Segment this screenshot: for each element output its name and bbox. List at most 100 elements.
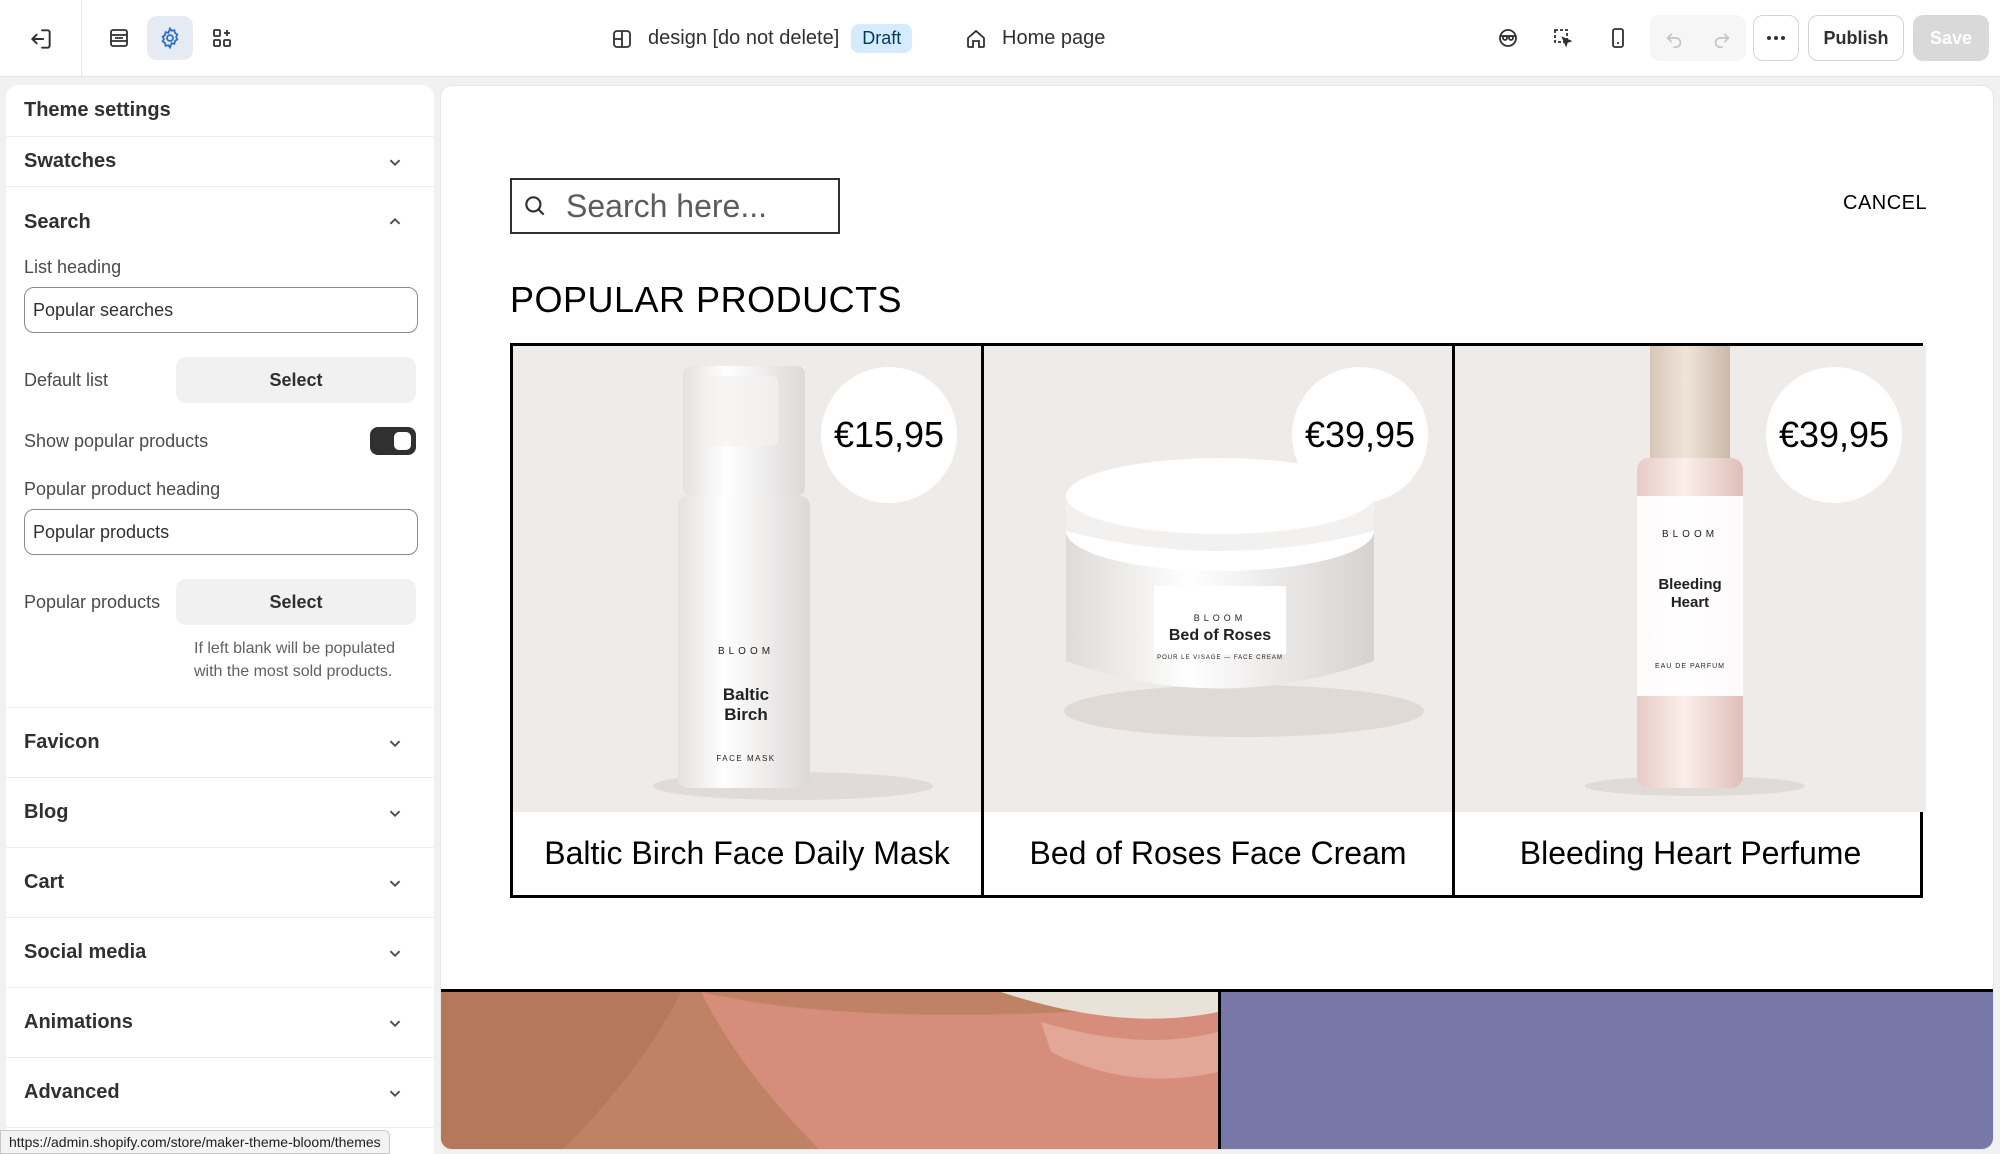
product-brand: BLOOM (1662, 529, 1718, 540)
search-icon (525, 196, 545, 216)
preview-search-input[interactable]: Search here... (510, 178, 840, 234)
product-card[interactable]: BLOOM Bed of Roses POUR LE VISAGE — FACE… (984, 346, 1455, 895)
cursor-select-icon (1554, 29, 1573, 48)
lips-banner-image (441, 989, 1218, 1149)
product-title[interactable]: Bleeding Heart Perfume (1455, 812, 1926, 895)
apps-icon (213, 29, 231, 47)
product-image: BLOOM Baltic Birch FACE MASK €15,95 (513, 346, 981, 812)
list-heading-label: List heading (24, 257, 122, 277)
page-name: Home page (1002, 27, 1106, 49)
svg-text:BalticBirch: Baltic Birch (723, 685, 769, 724)
product-title[interactable]: Baltic Birch Face Daily Mask (513, 812, 981, 895)
theme-settings-button[interactable] (147, 16, 193, 60)
page-selector[interactable]: Home page (964, 0, 1105, 77)
undo-redo-group (1650, 15, 1746, 61)
chevron-down-icon (389, 1090, 401, 1097)
section-social-media[interactable]: Social media (6, 918, 434, 988)
show-popular-toggle[interactable] (370, 427, 416, 455)
product-brand: BLOOM (1194, 613, 1247, 623)
price-badge: €39,95 (1292, 367, 1428, 503)
popular-products-row: Popular products Select (24, 579, 416, 625)
default-list-row: Default list Select (24, 357, 416, 403)
popular-products-heading: POPULAR PRODUCTS (510, 279, 903, 320)
inspector-toggle[interactable] (1485, 16, 1531, 60)
color-banner-block (1218, 989, 1993, 1149)
section-cart[interactable]: Cart (6, 848, 434, 918)
theme-selector[interactable]: design [do not delete] Draft (610, 0, 913, 77)
section-animations[interactable]: Animations (6, 988, 434, 1058)
product-brand: BLOOM (718, 646, 774, 657)
price-badge: €39,95 (1766, 367, 1902, 503)
section-swatches[interactable]: Swatches (6, 137, 434, 187)
product-sub-label: EAU DE PARFUM (1655, 663, 1725, 670)
chevron-down-icon (389, 740, 401, 747)
section-advanced[interactable]: Advanced (6, 1058, 434, 1128)
gear-icon (161, 26, 179, 50)
product-image: BLOOM Bed of Roses POUR LE VISAGE — FACE… (984, 346, 1452, 812)
chevron-down-icon (389, 950, 401, 957)
list-heading-input[interactable]: Popular searches (24, 287, 418, 333)
popular-heading-input[interactable]: Popular products (24, 509, 418, 555)
lips-illustration (441, 992, 1218, 1149)
undo-icon[interactable] (1663, 27, 1685, 49)
chevron-down-icon (389, 1020, 401, 1027)
exit-icon (30, 28, 51, 49)
more-icon (1767, 36, 1785, 40)
product-card[interactable]: BLOOM Bleeding Heart EAU DE PARFUM €39,95… (1455, 346, 1926, 895)
chevron-down-icon (389, 880, 401, 887)
product-sub-label: POUR LE VISAGE — FACE CREAM (1157, 655, 1283, 661)
chevron-down-icon (389, 159, 401, 166)
product-label: Bed of Roses (1169, 627, 1271, 644)
more-actions-button[interactable] (1753, 15, 1799, 61)
search-placeholder: Search here... (566, 187, 767, 224)
section-label: Swatches (24, 150, 117, 172)
section-label: Blog (24, 801, 69, 823)
inspector-icon (1499, 29, 1517, 47)
storefront-preview: Search here... CANCEL POPULAR PRODUCTS B… (440, 85, 1994, 1150)
mobile-preview-button[interactable] (1595, 16, 1641, 60)
cancel-search-link[interactable]: CANCEL (1843, 192, 1927, 215)
section-label: Favicon (24, 731, 100, 753)
link-status-bar: https://admin.shopify.com/store/maker-th… (0, 1130, 390, 1154)
popular-heading-label: Popular product heading (24, 479, 221, 499)
section-label: Social media (24, 941, 147, 963)
product-grid: BLOOM Baltic Birch FACE MASK €15,95 Balti… (510, 343, 1926, 898)
product-sub-label: FACE MASK (716, 754, 775, 763)
popular-products-help: If left blank will be populated with the… (194, 640, 396, 680)
default-list-select-button[interactable]: Select (176, 357, 416, 403)
section-label: Animations (24, 1011, 133, 1033)
search-settings: List heading Popular searches Default li… (6, 257, 434, 708)
section-label: Cart (24, 871, 65, 893)
section-label: Advanced (24, 1081, 120, 1103)
redo-icon[interactable] (1711, 27, 1733, 49)
section-search[interactable]: Search (6, 187, 434, 257)
sections-button[interactable] (96, 16, 142, 60)
chevron-up-icon (389, 217, 401, 225)
popular-products-label: Popular products (24, 591, 161, 612)
price-badge: €15,95 (821, 367, 957, 503)
section-blog[interactable]: Blog (6, 778, 434, 848)
section-label: Search (24, 210, 91, 233)
home-icon (967, 29, 985, 48)
default-list-label: Default list (24, 369, 109, 390)
theme-settings-panel: Theme settings Swatches Search List head… (6, 85, 434, 1154)
show-popular-label: Show popular products (24, 430, 209, 451)
sections-icon (110, 29, 128, 47)
apps-button[interactable] (199, 16, 245, 60)
mobile-icon (1612, 28, 1624, 48)
product-title[interactable]: Bed of Roses Face Cream (984, 812, 1452, 895)
panel-title: Theme settings (6, 85, 434, 137)
popular-products-select-button[interactable]: Select (176, 579, 416, 625)
exit-button[interactable] (0, 0, 82, 77)
select-element-button[interactable] (1540, 16, 1586, 60)
section-favicon[interactable]: Favicon (6, 708, 434, 778)
layout-icon (613, 29, 631, 48)
chevron-down-icon (389, 810, 401, 817)
product-card[interactable]: BLOOM Baltic Birch FACE MASK €15,95 Balti… (513, 346, 984, 895)
show-popular-row: Show popular products (24, 427, 416, 455)
theme-name: design [do not delete] (648, 27, 840, 49)
top-bar: design [do not delete] Draft Home page P… (0, 0, 2000, 77)
product-image: BLOOM Bleeding Heart EAU DE PARFUM €39,95 (1455, 346, 1926, 812)
publish-button[interactable]: Publish (1808, 15, 1904, 61)
save-button[interactable]: Save (1913, 15, 1989, 61)
